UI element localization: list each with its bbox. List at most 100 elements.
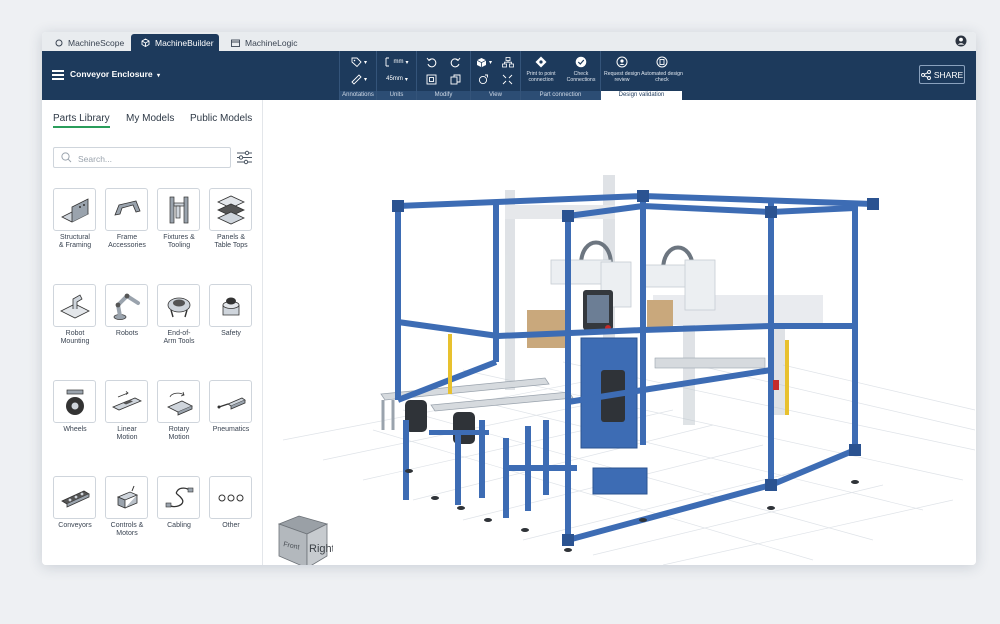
category-linear-motion[interactable]: Linear Motion: [105, 380, 149, 442]
check-connections-caption: Check Connections: [566, 71, 596, 83]
undo-button[interactable]: [423, 55, 439, 69]
share-button[interactable]: SHARE: [919, 65, 965, 84]
view-orientation-button[interactable]: ▾: [473, 55, 495, 69]
cable-icon: [165, 486, 193, 507]
stop-button: [773, 380, 779, 390]
toolbar-group-modify: Modify: [416, 51, 470, 100]
project-selector[interactable]: Conveyor Enclosure ▾: [70, 69, 160, 79]
angle-unit-value: 45mm: [386, 76, 403, 82]
hierarchy-icon: [502, 56, 514, 67]
category-frame-accessories[interactable]: Frame Accessories: [105, 188, 149, 250]
search-input[interactable]: [76, 150, 230, 167]
print-connection-button[interactable]: [531, 55, 551, 69]
cube-icon: [141, 38, 150, 47]
toolbar-group-label: Units: [377, 91, 416, 100]
category-label: Linear Motion: [116, 426, 138, 441]
category-cabling[interactable]: Cabling: [157, 476, 201, 530]
cube-icon: [476, 57, 487, 67]
tab-my-models[interactable]: My Models: [126, 113, 174, 124]
category-wheels[interactable]: Wheels: [53, 380, 97, 434]
angle-unit-select[interactable]: 45mm ▾: [381, 72, 413, 86]
search-box[interactable]: [53, 147, 231, 168]
category-other[interactable]: Other: [209, 476, 253, 530]
safety-button-icon: [222, 297, 239, 315]
annotation-tag-button[interactable]: ▾: [348, 55, 370, 69]
menu-icon[interactable]: [52, 70, 64, 80]
length-unit-value: mm: [393, 59, 404, 65]
gripper-icon: [167, 297, 190, 317]
app-window: MachineScope MachineBuilder MachineLogic…: [42, 32, 976, 565]
length-unit-select[interactable]: mm ▾: [381, 55, 413, 69]
toolbar-group-annotations: ▾ ▾ Annotations: [339, 51, 376, 100]
view-cube[interactable]: Front Right: [273, 512, 333, 565]
category-robot-mounting[interactable]: Robot Mounting: [53, 284, 97, 346]
parts-library-panel: Parts Library My Models Public Models St…: [42, 100, 263, 565]
category-label: Robots: [115, 330, 139, 337]
redo-button[interactable]: [447, 55, 463, 69]
tab-machinelogic[interactable]: MachineLogic: [221, 34, 307, 51]
orbit-button[interactable]: [475, 72, 491, 86]
project-title: Conveyor Enclosure: [70, 69, 153, 79]
toolbar-group-label: Modify: [417, 91, 470, 100]
cardboard-box: [527, 310, 565, 348]
hierarchy-button[interactable]: [499, 55, 517, 69]
category-label: Wheels: [63, 426, 87, 433]
toolbar-group-design-validation: Request design review Automated design c…: [600, 51, 683, 100]
automated-check-button[interactable]: [652, 55, 672, 69]
linear-motion-icon: [111, 390, 142, 410]
category-label: Robot Mounting: [60, 330, 90, 345]
tab-label: MachineBuilder: [155, 37, 214, 48]
light-curtain: [785, 340, 789, 415]
circle-icon: [55, 39, 63, 46]
request-review-button[interactable]: [612, 55, 632, 69]
redo-icon: [450, 57, 460, 67]
measure-button[interactable]: ▾: [348, 72, 370, 86]
pneumatic-cylinder-icon: [217, 397, 246, 410]
toolbar-group-label: Annotations: [340, 91, 376, 100]
tab-parts-library[interactable]: Parts Library: [53, 113, 110, 128]
category-end-of-arm-tools[interactable]: End-of- Arm Tools: [157, 284, 201, 346]
category-panels-table-tops[interactable]: Panels & Table Tops: [209, 188, 253, 250]
explode-button[interactable]: [499, 72, 515, 86]
tab-label: MachineLogic: [245, 37, 298, 48]
conveyor-icon: [60, 490, 90, 508]
connection-point-icon: [535, 56, 547, 68]
category-pneumatics[interactable]: Pneumatics: [209, 380, 253, 434]
category-robots[interactable]: Robots: [105, 284, 149, 338]
tab-label: MachineScope: [68, 37, 125, 48]
align-icon: [426, 74, 436, 84]
category-safety[interactable]: Safety: [209, 284, 253, 338]
category-label: Other: [222, 522, 240, 529]
viewcube-right-label[interactable]: Right: [309, 543, 333, 555]
check-connections-button[interactable]: [571, 55, 591, 69]
category-fixtures-tooling[interactable]: Fixtures & Tooling: [157, 188, 201, 250]
share-label: SHARE: [933, 69, 964, 80]
chevron-down-icon: ▾: [157, 73, 161, 79]
app-tab-bar: MachineScope MachineBuilder MachineLogic: [42, 32, 976, 51]
tab-machinescope[interactable]: MachineScope: [45, 34, 131, 51]
machine-model-render[interactable]: [263, 100, 976, 565]
toolbar-group-units: mm ▾ 45mm ▾ Units: [376, 51, 416, 100]
dimension-icon: [386, 57, 390, 67]
category-label: Conveyors: [58, 522, 92, 529]
category-controls-motors[interactable]: Controls & Motors: [105, 476, 149, 538]
tab-public-models[interactable]: Public Models: [190, 113, 252, 124]
wheel-icon: [65, 389, 84, 415]
category-label: Cabling: [167, 522, 191, 529]
duplicate-button[interactable]: [447, 72, 463, 86]
category-label: Controls & Motors: [110, 522, 144, 537]
undo-icon: [426, 57, 436, 67]
account-icon[interactable]: [955, 35, 967, 47]
category-rotary-motion[interactable]: Rotary Motion: [157, 380, 201, 442]
tab-machinebuilder[interactable]: MachineBuilder: [131, 34, 219, 51]
filter-settings-icon[interactable]: [236, 150, 253, 165]
toolbar-group-part-connection: Print to point connection Check Connecti…: [520, 51, 600, 100]
category-label: Frame Accessories: [108, 234, 146, 249]
category-structural-framing[interactable]: Structural & Framing: [53, 188, 97, 250]
3d-viewport[interactable]: [263, 100, 976, 565]
ruler-icon: [351, 73, 362, 85]
rotary-motion-icon: [166, 391, 193, 416]
category-conveyors[interactable]: Conveyors: [53, 476, 97, 530]
category-label: End-of- Arm Tools: [163, 330, 195, 345]
align-button[interactable]: [423, 72, 439, 86]
